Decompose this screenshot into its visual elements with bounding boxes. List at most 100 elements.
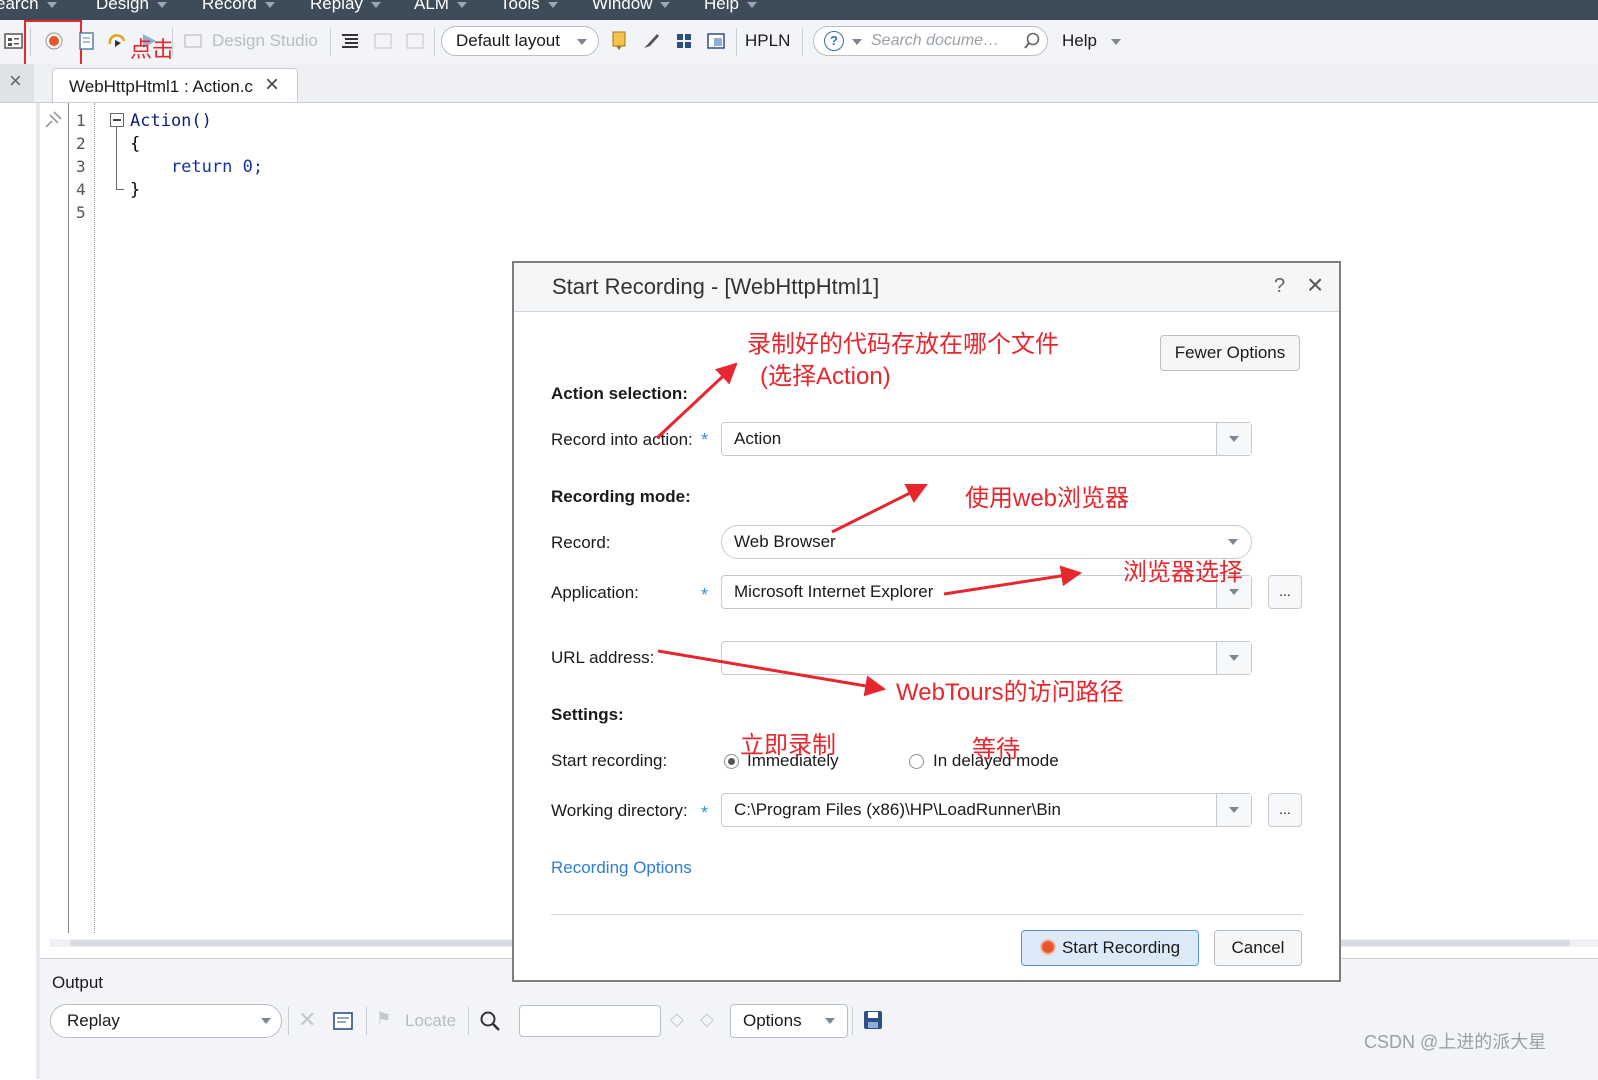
search-icon[interactable] <box>1022 31 1042 51</box>
chevron-down-icon <box>1229 589 1239 595</box>
chevron-down-icon <box>1229 807 1239 813</box>
start-recording-dialog: Start Recording - [WebHttpHtml1] ? × Few… <box>512 261 1341 982</box>
code-line-1: Action() <box>130 111 212 131</box>
toolbar: 点击 Design Studio Default layout HPLN ? S… <box>0 20 1598 66</box>
hpln-button[interactable]: HPLN <box>745 31 790 51</box>
locate-button[interactable]: Locate <box>405 1011 456 1031</box>
application-browse-button[interactable]: ... <box>1268 575 1302 609</box>
line-number: 1 <box>76 111 86 130</box>
design-studio-icon[interactable] <box>182 30 204 52</box>
help-circle-icon: ? <box>824 31 844 51</box>
code-line-3: return 0; <box>130 157 264 177</box>
menu-help[interactable]: Help <box>704 0 757 14</box>
next-icon[interactable]: ◇ <box>700 1009 714 1030</box>
chevron-down-icon <box>1229 655 1239 661</box>
log-icon[interactable] <box>332 1011 354 1031</box>
menu-tools[interactable]: Tools <box>500 0 558 14</box>
annotation-file-note: 录制好的代码存放在哪个文件 <box>747 331 1059 358</box>
line-number: 3 <box>76 157 86 176</box>
record-into-action-label: Record into action: <box>551 430 693 449</box>
dialog-close-icon[interactable]: × <box>1307 269 1323 301</box>
section-action-selection: Action selection: <box>551 384 688 403</box>
document-tab-strip: × WebHttpHtml1 : Action.c × <box>0 64 1598 103</box>
required-marker: * <box>701 803 709 823</box>
working-directory-browse-button[interactable]: ... <box>1268 793 1302 827</box>
list-icon[interactable] <box>339 30 361 52</box>
section-settings: Settings: <box>551 705 624 724</box>
help-menu[interactable]: Help <box>1062 31 1121 51</box>
chevron-down-icon <box>156 1 167 8</box>
snapshot-icon[interactable] <box>372 30 394 52</box>
url-address-select[interactable] <box>721 641 1252 675</box>
working-directory-select[interactable]: C:\Program Files (x86)\HP\LoadRunner\Bin <box>721 793 1252 827</box>
record-icon <box>1039 939 1056 955</box>
search-docs-input[interactable]: ? Search docume… <box>813 26 1048 56</box>
grid-icon[interactable] <box>673 30 695 52</box>
save-icon[interactable] <box>862 1009 884 1031</box>
immediately-radio[interactable] <box>724 754 739 769</box>
code-line-2: { <box>130 134 141 154</box>
chevron-down-icon <box>1229 436 1239 442</box>
record-label: Record: <box>551 533 611 552</box>
close-pane-icon[interactable]: × <box>9 68 22 94</box>
annotation-web-browser: 使用web浏览器 <box>965 485 1130 512</box>
cancel-button[interactable]: Cancel <box>1214 930 1302 966</box>
menu-design[interactable]: Design <box>96 0 167 14</box>
menu-replay[interactable]: Replay <box>310 0 381 14</box>
chevron-down-icon <box>264 1 275 8</box>
design-studio-button[interactable]: Design Studio <box>212 31 318 51</box>
fold-toggle-icon[interactable] <box>110 113 124 127</box>
record-into-action-select[interactable]: Action <box>721 422 1252 456</box>
find-icon[interactable] <box>478 1009 502 1033</box>
chevron-down-icon <box>577 39 587 45</box>
line-number: 5 <box>76 203 86 222</box>
layout-dropdown[interactable]: Default layout <box>441 26 599 56</box>
chevron-down-icon <box>261 1018 271 1024</box>
close-tab-icon[interactable]: × <box>265 71 279 99</box>
annotation-webtours-path: WebTours的访问路径 <box>896 679 1124 706</box>
output-title: Output <box>52 973 104 992</box>
tab-action-c[interactable]: WebHttpHtml1 : Action.c × <box>52 68 298 102</box>
regenerate-icon[interactable] <box>76 30 98 52</box>
chevron-down-icon <box>370 1 381 8</box>
windows-icon[interactable] <box>705 30 727 52</box>
delayed-radio[interactable] <box>909 754 924 769</box>
dialog-help-button[interactable]: ? <box>1274 275 1285 298</box>
replay-icon[interactable] <box>106 30 128 52</box>
chevron-down-icon <box>1228 539 1238 545</box>
annotation-immediate: 立即录制 <box>740 732 836 759</box>
menu-alm[interactable]: ALM <box>414 0 467 14</box>
compare-icon[interactable] <box>404 30 426 52</box>
output-search-input[interactable] <box>519 1005 661 1037</box>
code-line-4: } <box>130 180 141 200</box>
application-label: Application: <box>551 583 639 602</box>
bookmark-icon[interactable] <box>608 30 630 52</box>
brush-icon[interactable] <box>640 30 662 52</box>
recording-options-link[interactable]: Recording Options <box>551 858 692 878</box>
url-label: URL address: <box>551 648 655 667</box>
pin-icon[interactable] <box>42 109 64 131</box>
watermark: CSDN @上进的派大星 <box>1364 1032 1547 1052</box>
fewer-options-button[interactable]: Fewer Options <box>1160 335 1300 371</box>
dialog-title: Start Recording - [WebHttpHtml1] <box>552 274 880 299</box>
output-options-dropdown[interactable]: Options <box>730 1004 848 1038</box>
dialog-title-bar: Start Recording - [WebHttpHtml1] ? × <box>514 263 1339 312</box>
menu-bar: earch Design Record Replay ALM Tools Win… <box>0 0 1598 20</box>
menu-window[interactable]: Window <box>592 0 671 14</box>
clear-icon[interactable]: ✕ <box>298 1007 316 1033</box>
chevron-down-icon <box>660 1 671 8</box>
solution-explorer-icon[interactable] <box>3 30 25 52</box>
required-marker: * <box>701 585 709 605</box>
previous-icon[interactable]: ◇ <box>670 1009 684 1030</box>
chevron-down-icon <box>1110 38 1121 45</box>
annotation-wait: 等待 <box>972 736 1020 763</box>
chevron-down-icon <box>46 1 57 8</box>
annotation-click: 点击 <box>130 37 175 62</box>
menu-record[interactable]: Record <box>202 0 275 14</box>
line-number: 2 <box>76 134 86 153</box>
start-recording-button[interactable]: Start Recording <box>1021 930 1199 966</box>
chevron-down-icon <box>852 39 862 45</box>
chevron-down-icon <box>547 1 558 8</box>
menu-search[interactable]: earch <box>0 0 57 14</box>
output-source-select[interactable]: Replay <box>50 1004 282 1038</box>
